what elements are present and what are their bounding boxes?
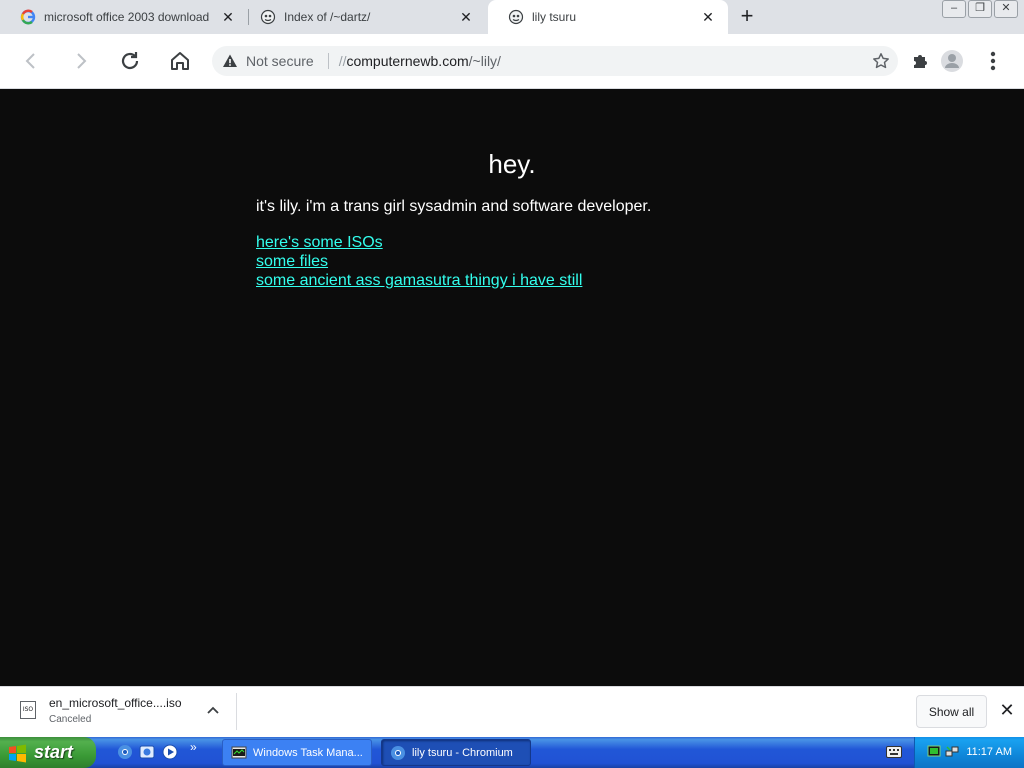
close-tab-icon[interactable]: ✕ xyxy=(700,9,716,25)
window-controls: – ❐ ✕ xyxy=(942,0,1018,18)
download-filename[interactable]: en_microsoft_office....iso xyxy=(49,696,182,710)
minimize-button[interactable]: – xyxy=(942,0,966,18)
explorer-quicklaunch-icon[interactable] xyxy=(139,744,155,760)
shelf-divider xyxy=(236,693,237,730)
clock[interactable]: 11:17 AM xyxy=(966,746,1012,758)
system-tray: 11:17 AM xyxy=(914,737,1024,768)
home-button[interactable] xyxy=(166,47,194,75)
bookmark-star-icon[interactable] xyxy=(872,52,890,70)
close-window-button[interactable]: ✕ xyxy=(994,0,1018,18)
forward-arrow-icon xyxy=(77,53,87,69)
link-gamasutra[interactable]: some ancient ass gamasutra thingy i have… xyxy=(256,271,582,290)
avatar-icon xyxy=(941,50,963,72)
start-label: start xyxy=(34,742,74,762)
chromium-icon xyxy=(391,745,405,760)
tab-lily-tsuru[interactable]: lily tsuru ✕ xyxy=(488,0,728,34)
monitor-icon[interactable] xyxy=(927,745,941,759)
close-shelf-icon[interactable]: ✕ xyxy=(998,701,1016,719)
windows-flag-icon xyxy=(9,744,26,762)
reload-button[interactable] xyxy=(116,47,144,75)
tab-strip: microsoft office 2003 download - Goo ✕ I… xyxy=(0,0,1024,34)
close-tab-icon[interactable]: ✕ xyxy=(458,9,474,25)
download-status: Canceled xyxy=(49,714,92,725)
url-prefix: // xyxy=(338,53,347,69)
intro-text: it's lily. i'm a trans girl sysadmin and… xyxy=(256,198,652,215)
forward-button[interactable] xyxy=(67,47,95,75)
tab-index-dartz[interactable]: Index of /~dartz/ ✕ xyxy=(240,0,486,34)
taskbar-item-task-manager[interactable]: Windows Task Mana... xyxy=(222,739,372,766)
extensions-button[interactable] xyxy=(906,47,934,75)
iso-file-icon: ISO xyxy=(20,701,36,719)
taskbar-item-chromium[interactable]: lily tsuru - Chromium xyxy=(381,739,531,766)
tab-title: Index of /~dartz/ xyxy=(284,10,371,24)
show-all-button[interactable]: Show all xyxy=(916,695,987,728)
address-bar[interactable]: Not secure // computernewb.com /~lily/ xyxy=(212,46,898,76)
close-tab-icon[interactable]: ✕ xyxy=(220,9,236,25)
network-icon[interactable] xyxy=(945,745,959,759)
chromium-quicklaunch-icon[interactable] xyxy=(117,744,133,760)
download-shelf: ISO en_microsoft_office....iso Canceled … xyxy=(0,686,1024,737)
browser-toolbar: Not secure // computernewb.com /~lily/ xyxy=(0,34,1024,89)
puzzle-icon xyxy=(914,55,927,68)
site-icon xyxy=(260,9,276,25)
restore-button[interactable]: ❐ xyxy=(968,0,992,18)
reload-icon xyxy=(121,52,139,70)
link-isos[interactable]: here's some ISOs xyxy=(256,233,582,252)
media-player-quicklaunch-icon[interactable] xyxy=(162,744,178,760)
taskbar-item-label: lily tsuru - Chromium xyxy=(412,746,513,759)
url-host: computernewb.com xyxy=(346,53,469,69)
page-viewport: hey. it's lily. i'm a trans girl sysadmi… xyxy=(0,89,1024,686)
task-manager-icon xyxy=(231,746,247,758)
menu-button[interactable] xyxy=(979,47,1007,75)
page-heading: hey. xyxy=(488,149,536,179)
site-icon xyxy=(508,9,524,25)
tab-title: microsoft office 2003 download - Goo xyxy=(44,10,212,24)
taskbar-item-label: Windows Task Mana... xyxy=(253,746,363,759)
omnibox-separator xyxy=(327,53,329,69)
home-icon xyxy=(171,52,189,70)
profile-button[interactable] xyxy=(938,47,966,75)
tab-office-search[interactable]: microsoft office 2003 download - Goo ✕ xyxy=(0,0,248,34)
back-arrow-icon xyxy=(25,53,35,69)
link-list: here's some ISOs some files some ancient… xyxy=(256,233,582,290)
taskbar: start » Windows Task Mana... lily tsuru … xyxy=(0,737,1024,768)
security-status: Not secure xyxy=(246,53,314,69)
new-tab-button[interactable]: + xyxy=(735,5,759,29)
keyboard-icon[interactable] xyxy=(886,746,902,758)
kebab-menu-icon xyxy=(990,51,996,71)
url-path: /~lily/ xyxy=(468,53,501,69)
tab-title: lily tsuru xyxy=(532,10,577,24)
start-button[interactable]: start xyxy=(0,737,96,768)
chevron-up-icon[interactable] xyxy=(204,702,222,720)
google-icon xyxy=(20,9,36,25)
link-files[interactable]: some files xyxy=(256,252,582,271)
quick-launch-more[interactable]: » xyxy=(190,740,197,754)
warning-icon[interactable] xyxy=(222,53,238,69)
back-button[interactable] xyxy=(17,47,45,75)
